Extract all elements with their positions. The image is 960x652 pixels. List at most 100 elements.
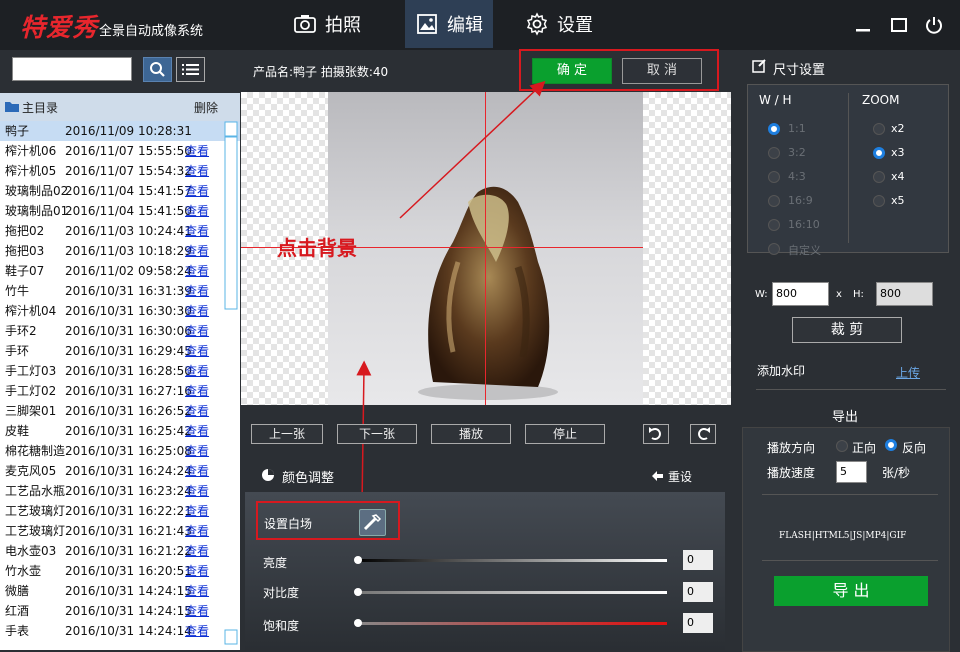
view-link[interactable]: 查看 — [185, 321, 209, 341]
file-row[interactable]: 手工灯03 2016/10/31 16:28:50 查看 — [0, 361, 240, 381]
brightness-slider[interactable] — [357, 559, 667, 562]
list-view-button[interactable] — [176, 57, 205, 82]
file-row[interactable]: 工艺玻璃灯 2016/10/31 16:22:21 查看 — [0, 501, 240, 521]
file-row[interactable]: 鸭子 2016/11/09 10:28:31 — [0, 121, 240, 141]
view-link[interactable]: 查看 — [185, 341, 209, 361]
view-link[interactable]: 查看 — [185, 141, 209, 161]
file-row[interactable]: 三脚架01 2016/10/31 16:26:52 查看 — [0, 401, 240, 421]
view-link[interactable]: 查看 — [185, 361, 209, 381]
file-row[interactable]: 手工灯02 2016/10/31 16:27:16 查看 — [0, 381, 240, 401]
file-row[interactable]: 拖把02 2016/11/03 10:24:41 查看 — [0, 221, 240, 241]
next-button[interactable]: 下一张 — [337, 424, 417, 444]
view-link[interactable]: 查看 — [185, 481, 209, 501]
file-row[interactable]: 皮鞋 2016/10/31 16:25:42 查看 — [0, 421, 240, 441]
delete-button[interactable]: 删除 — [194, 99, 218, 116]
view-link[interactable]: 查看 — [185, 601, 209, 621]
view-link[interactable]: 查看 — [185, 201, 209, 221]
upload-watermark-link[interactable]: 上传 — [896, 364, 920, 381]
contrast-slider[interactable] — [357, 591, 667, 594]
file-list-scrollbar[interactable] — [224, 121, 238, 650]
ratio-radio[interactable] — [768, 171, 780, 183]
ratio-radio[interactable] — [768, 243, 780, 255]
view-link[interactable]: 查看 — [185, 241, 209, 261]
file-row[interactable]: 棉花糖制造 2016/10/31 16:25:08 查看 — [0, 441, 240, 461]
file-row[interactable]: 榨汁机05 2016/11/07 15:54:32 查看 — [0, 161, 240, 181]
file-row[interactable]: 竹水壶 2016/10/31 16:20:51 查看 — [0, 561, 240, 581]
ratio-radio[interactable] — [768, 195, 780, 207]
file-row[interactable]: 手表 2016/10/31 14:24:14 查看 — [0, 621, 240, 641]
brightness-slider-knob[interactable] — [354, 556, 362, 564]
rotate-right-button[interactable] — [690, 424, 716, 444]
file-row[interactable]: 手环 2016/10/31 16:29:45 查看 — [0, 341, 240, 361]
zoom-radio[interactable] — [873, 147, 885, 159]
height-input[interactable]: 800 — [876, 282, 933, 306]
ratio-radio[interactable] — [768, 219, 780, 231]
minimize-icon[interactable] — [852, 14, 874, 36]
ratio-radio[interactable] — [768, 123, 780, 135]
maximize-icon[interactable] — [888, 14, 910, 36]
file-row[interactable]: 微膳 2016/10/31 14:24:15 查看 — [0, 581, 240, 601]
zoom-radio[interactable] — [873, 171, 885, 183]
file-row[interactable]: 工艺玻璃灯 2016/10/31 16:21:43 查看 — [0, 521, 240, 541]
zoom-radio[interactable] — [873, 123, 885, 135]
file-row[interactable]: 玻璃制品02 2016/11/04 15:41:57 查看 — [0, 181, 240, 201]
view-link[interactable]: 查看 — [185, 521, 209, 541]
file-row[interactable]: 玻璃制品01 2016/11/04 15:41:50 查看 — [0, 201, 240, 221]
tab-capture[interactable]: 拍照 — [293, 0, 371, 48]
saturation-slider[interactable] — [357, 622, 667, 625]
zoom-radio[interactable] — [873, 195, 885, 207]
search-input[interactable] — [12, 57, 132, 81]
view-link[interactable]: 查看 — [185, 161, 209, 181]
file-row[interactable]: 麦克风05 2016/10/31 16:24:24 查看 — [0, 461, 240, 481]
contrast-value[interactable]: 0 — [683, 582, 713, 602]
prev-button[interactable]: 上一张 — [251, 424, 323, 444]
file-time: 2016/11/03 10:18:29 — [65, 244, 192, 258]
tab-edit[interactable]: 编辑 — [405, 0, 493, 48]
crop-button[interactable]: 裁 剪 — [792, 317, 902, 343]
view-link[interactable]: 查看 — [185, 421, 209, 441]
view-link[interactable]: 查看 — [185, 181, 209, 201]
file-row[interactable]: 工艺品水瓶 2016/10/31 16:23:24 查看 — [0, 481, 240, 501]
view-link[interactable]: 查看 — [185, 281, 209, 301]
power-icon[interactable] — [923, 14, 945, 36]
tab-settings[interactable]: 设置 — [525, 0, 597, 48]
view-link[interactable]: 查看 — [185, 261, 209, 281]
ratio-radio[interactable] — [768, 147, 780, 159]
rotate-left-button[interactable] — [643, 424, 669, 444]
saturation-slider-knob[interactable] — [354, 619, 362, 627]
reset-button[interactable]: 重设 — [668, 468, 692, 485]
speed-input[interactable]: 5 — [836, 461, 867, 483]
file-row[interactable]: 鞋子07 2016/11/02 09:58:24 查看 — [0, 261, 240, 281]
file-row[interactable]: 拖把03 2016/11/03 10:18:29 查看 — [0, 241, 240, 261]
view-link[interactable]: 查看 — [185, 501, 209, 521]
file-row[interactable]: 红酒 2016/10/31 14:24:15 查看 — [0, 601, 240, 621]
search-button[interactable] — [143, 57, 172, 82]
file-time: 2016/10/31 16:21:22 — [65, 544, 192, 558]
view-link[interactable]: 查看 — [185, 401, 209, 421]
view-link[interactable]: 查看 — [185, 581, 209, 601]
saturation-value[interactable]: 0 — [683, 613, 713, 633]
contrast-slider-knob[interactable] — [354, 588, 362, 596]
view-link[interactable]: 查看 — [185, 381, 209, 401]
stop-button[interactable]: 停止 — [525, 424, 605, 444]
file-row[interactable]: 榨汁机06 2016/11/07 15:55:50 查看 — [0, 141, 240, 161]
file-name: 榨汁机05 — [5, 164, 57, 178]
reverse-radio[interactable] — [885, 439, 897, 451]
file-row[interactable]: 竹牛 2016/10/31 16:31:39 查看 — [0, 281, 240, 301]
view-link[interactable]: 查看 — [185, 221, 209, 241]
view-link[interactable]: 查看 — [185, 561, 209, 581]
play-button[interactable]: 播放 — [431, 424, 511, 444]
file-row[interactable]: 手环2 2016/10/31 16:30:06 查看 — [0, 321, 240, 341]
brightness-value[interactable]: 0 — [683, 550, 713, 570]
view-link[interactable]: 查看 — [185, 621, 209, 641]
file-time: 2016/11/07 15:55:50 — [65, 144, 192, 158]
file-row[interactable]: 榨汁机04 2016/10/31 16:30:30 查看 — [0, 301, 240, 321]
view-link[interactable]: 查看 — [185, 541, 209, 561]
file-row[interactable]: 电水壶03 2016/10/31 16:21:22 查看 — [0, 541, 240, 561]
view-link[interactable]: 查看 — [185, 301, 209, 321]
view-link[interactable]: 查看 — [185, 461, 209, 481]
width-input[interactable]: 800 — [772, 282, 829, 306]
export-button[interactable]: 导 出 — [774, 576, 928, 606]
view-link[interactable]: 查看 — [185, 441, 209, 461]
forward-radio[interactable] — [836, 440, 848, 452]
